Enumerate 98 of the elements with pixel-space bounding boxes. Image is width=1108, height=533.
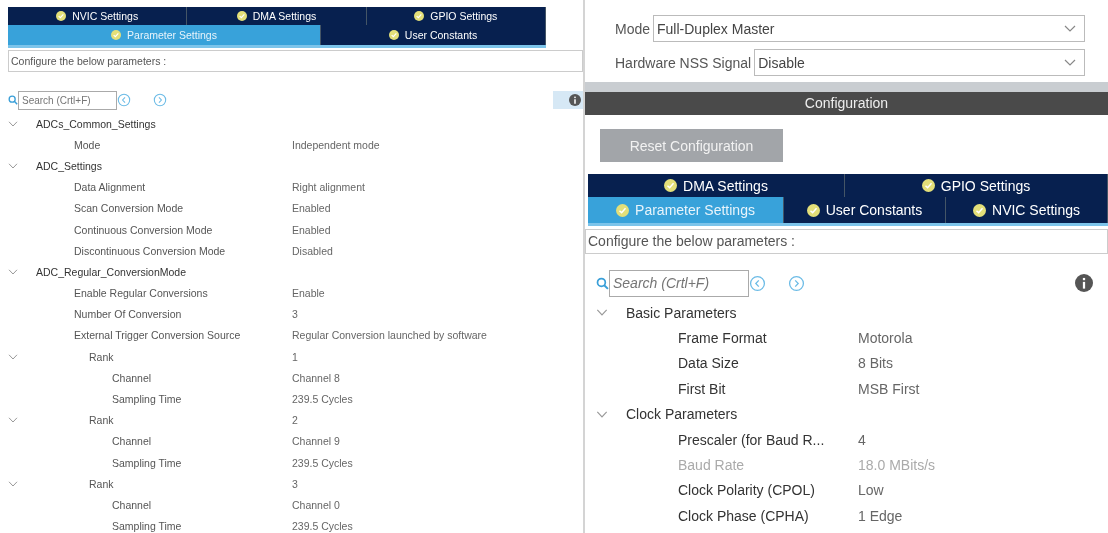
check-icon	[111, 30, 122, 40]
parameter-value: 239.5 Cycles	[292, 393, 353, 406]
parameter-value: Independent mode	[292, 138, 380, 151]
parameter-value: Right alignment	[292, 181, 365, 194]
description-text: Configure the below parameters :	[585, 229, 1108, 254]
parameter-name[interactable]: Channel	[112, 371, 292, 384]
chevron-icon[interactable]	[596, 410, 608, 418]
check-icon	[973, 203, 987, 217]
parameter-value: 8 Bits	[858, 355, 893, 372]
group-heading[interactable]: Basic Parameters	[626, 304, 858, 321]
parameter-name[interactable]: Sampling Time	[112, 520, 292, 533]
parameter-name[interactable]: Scan Conversion Mode	[74, 202, 292, 215]
chevron-icon[interactable]	[8, 417, 18, 424]
parameter-name[interactable]: Sampling Time	[112, 456, 292, 469]
caret-icon	[1064, 58, 1076, 67]
group-heading[interactable]: ADC_Settings	[36, 159, 292, 172]
next-icon[interactable]	[788, 274, 805, 292]
parameter-name[interactable]: Enable Regular Conversions	[74, 287, 292, 300]
group-heading[interactable]: ADCs_Common_Settings	[36, 117, 292, 130]
parameter-value: Disabled	[292, 244, 333, 257]
parameter-name[interactable]: Mode	[74, 138, 292, 151]
info-icon	[569, 94, 581, 106]
tab[interactable]: User Constants	[784, 197, 946, 223]
parameter-value: 4	[858, 431, 866, 448]
chevron-icon[interactable]	[8, 120, 18, 127]
parameter-value: Channel 0	[292, 498, 340, 511]
tab[interactable]: NVIC Settings	[8, 7, 188, 25]
parameter-name[interactable]: Rank	[89, 477, 292, 490]
search-field[interactable]: Search (Crtl+F)	[609, 269, 749, 297]
chevron-icon[interactable]	[8, 353, 18, 360]
parameter-value: 1	[292, 350, 298, 363]
check-icon	[664, 179, 678, 192]
field-label: Hardware NSS Signal	[615, 54, 752, 71]
parameter-value: 239.5 Cycles	[292, 520, 353, 533]
section-header: Configuration	[585, 92, 1108, 115]
parameter-value: Regular Conversion launched by software	[292, 329, 487, 342]
chevron-icon[interactable]	[596, 309, 608, 317]
description-text: Configure the below parameters :	[8, 50, 583, 72]
parameter-value: Channel 8	[292, 371, 340, 384]
parameter-value: Channel 9	[292, 435, 340, 448]
parameter-name[interactable]: Frame Format	[678, 330, 858, 347]
parameter-value: Low	[858, 482, 884, 499]
parameter-name[interactable]: Clock Phase (CPHA)	[678, 507, 858, 524]
field-label: Mode	[615, 20, 651, 37]
parameter-value: Enabled	[292, 223, 331, 236]
group-heading[interactable]: Clock Parameters	[626, 406, 858, 423]
tab[interactable]: User Constants	[321, 25, 546, 45]
parameter-name[interactable]: Discontinuous Conversion Mode	[74, 244, 292, 257]
parameter-name[interactable]: Rank	[89, 350, 292, 363]
tab[interactable]: GPIO Settings	[366, 7, 546, 25]
parameter-name[interactable]: Sampling Time	[112, 393, 292, 406]
chevron-icon[interactable]	[8, 162, 18, 169]
parameter-name[interactable]: Channel	[112, 435, 292, 448]
parameter-name[interactable]: Rank	[89, 414, 292, 427]
parameter-name[interactable]: External Trigger Conversion Source	[74, 329, 292, 342]
check-icon	[414, 11, 425, 21]
previous-icon[interactable]	[749, 274, 766, 292]
parameter-name[interactable]: First Bit	[678, 380, 858, 397]
parameter-value: 2	[292, 414, 298, 427]
group-heading[interactable]: ADC_Regular_ConversionMode	[36, 265, 292, 278]
check-icon	[56, 11, 67, 21]
parameter-name[interactable]: Data Size	[678, 355, 858, 372]
check-icon	[806, 203, 820, 217]
parameter-value: Enabled	[292, 202, 331, 215]
parameter-name[interactable]: Data Alignment	[74, 181, 292, 194]
parameter-value: MSB First	[858, 380, 920, 397]
chevron-icon[interactable]	[8, 480, 18, 487]
next-icon[interactable]	[153, 93, 167, 107]
check-icon	[388, 30, 399, 40]
tab[interactable]: NVIC Settings	[946, 197, 1108, 223]
search-icon	[8, 95, 18, 105]
parameter-value: 18.0 MBits/s	[858, 457, 936, 474]
tab[interactable]: DMA Settings	[187, 7, 367, 25]
dropdown-field[interactable]: Full-Duplex Master	[653, 15, 1085, 42]
parameter-name[interactable]: Number Of Conversion	[74, 308, 292, 321]
search-field[interactable]: Search (Crtl+F)	[18, 90, 117, 110]
parameter-value: 3	[292, 477, 298, 490]
caret-icon	[1064, 24, 1076, 33]
tab[interactable]: GPIO Settings	[845, 174, 1108, 197]
parameter-value: 239.5 Cycles	[292, 456, 353, 469]
tab[interactable]: DMA Settings	[588, 174, 845, 197]
parameter-name[interactable]: Continuous Conversion Mode	[74, 223, 292, 236]
info-icon[interactable]	[1075, 274, 1093, 292]
parameter-name[interactable]: Clock Polarity (CPOL)	[678, 482, 858, 499]
parameter-value: Enable	[292, 287, 325, 300]
info-button[interactable]	[553, 91, 583, 109]
previous-icon[interactable]	[117, 93, 131, 107]
parameter-value: Motorola	[858, 330, 913, 347]
parameter-name[interactable]: Channel	[112, 498, 292, 511]
check-icon	[616, 203, 630, 217]
check-icon	[236, 11, 247, 21]
dropdown-field[interactable]: Disable	[754, 49, 1085, 76]
chevron-icon[interactable]	[8, 268, 18, 275]
search-icon	[596, 276, 609, 290]
parameter-name[interactable]: Prescaler (for Baud R...	[678, 431, 858, 448]
check-icon	[921, 179, 935, 192]
parameter-value: 3	[292, 308, 298, 321]
parameter-value: 1 Edge	[858, 507, 903, 524]
